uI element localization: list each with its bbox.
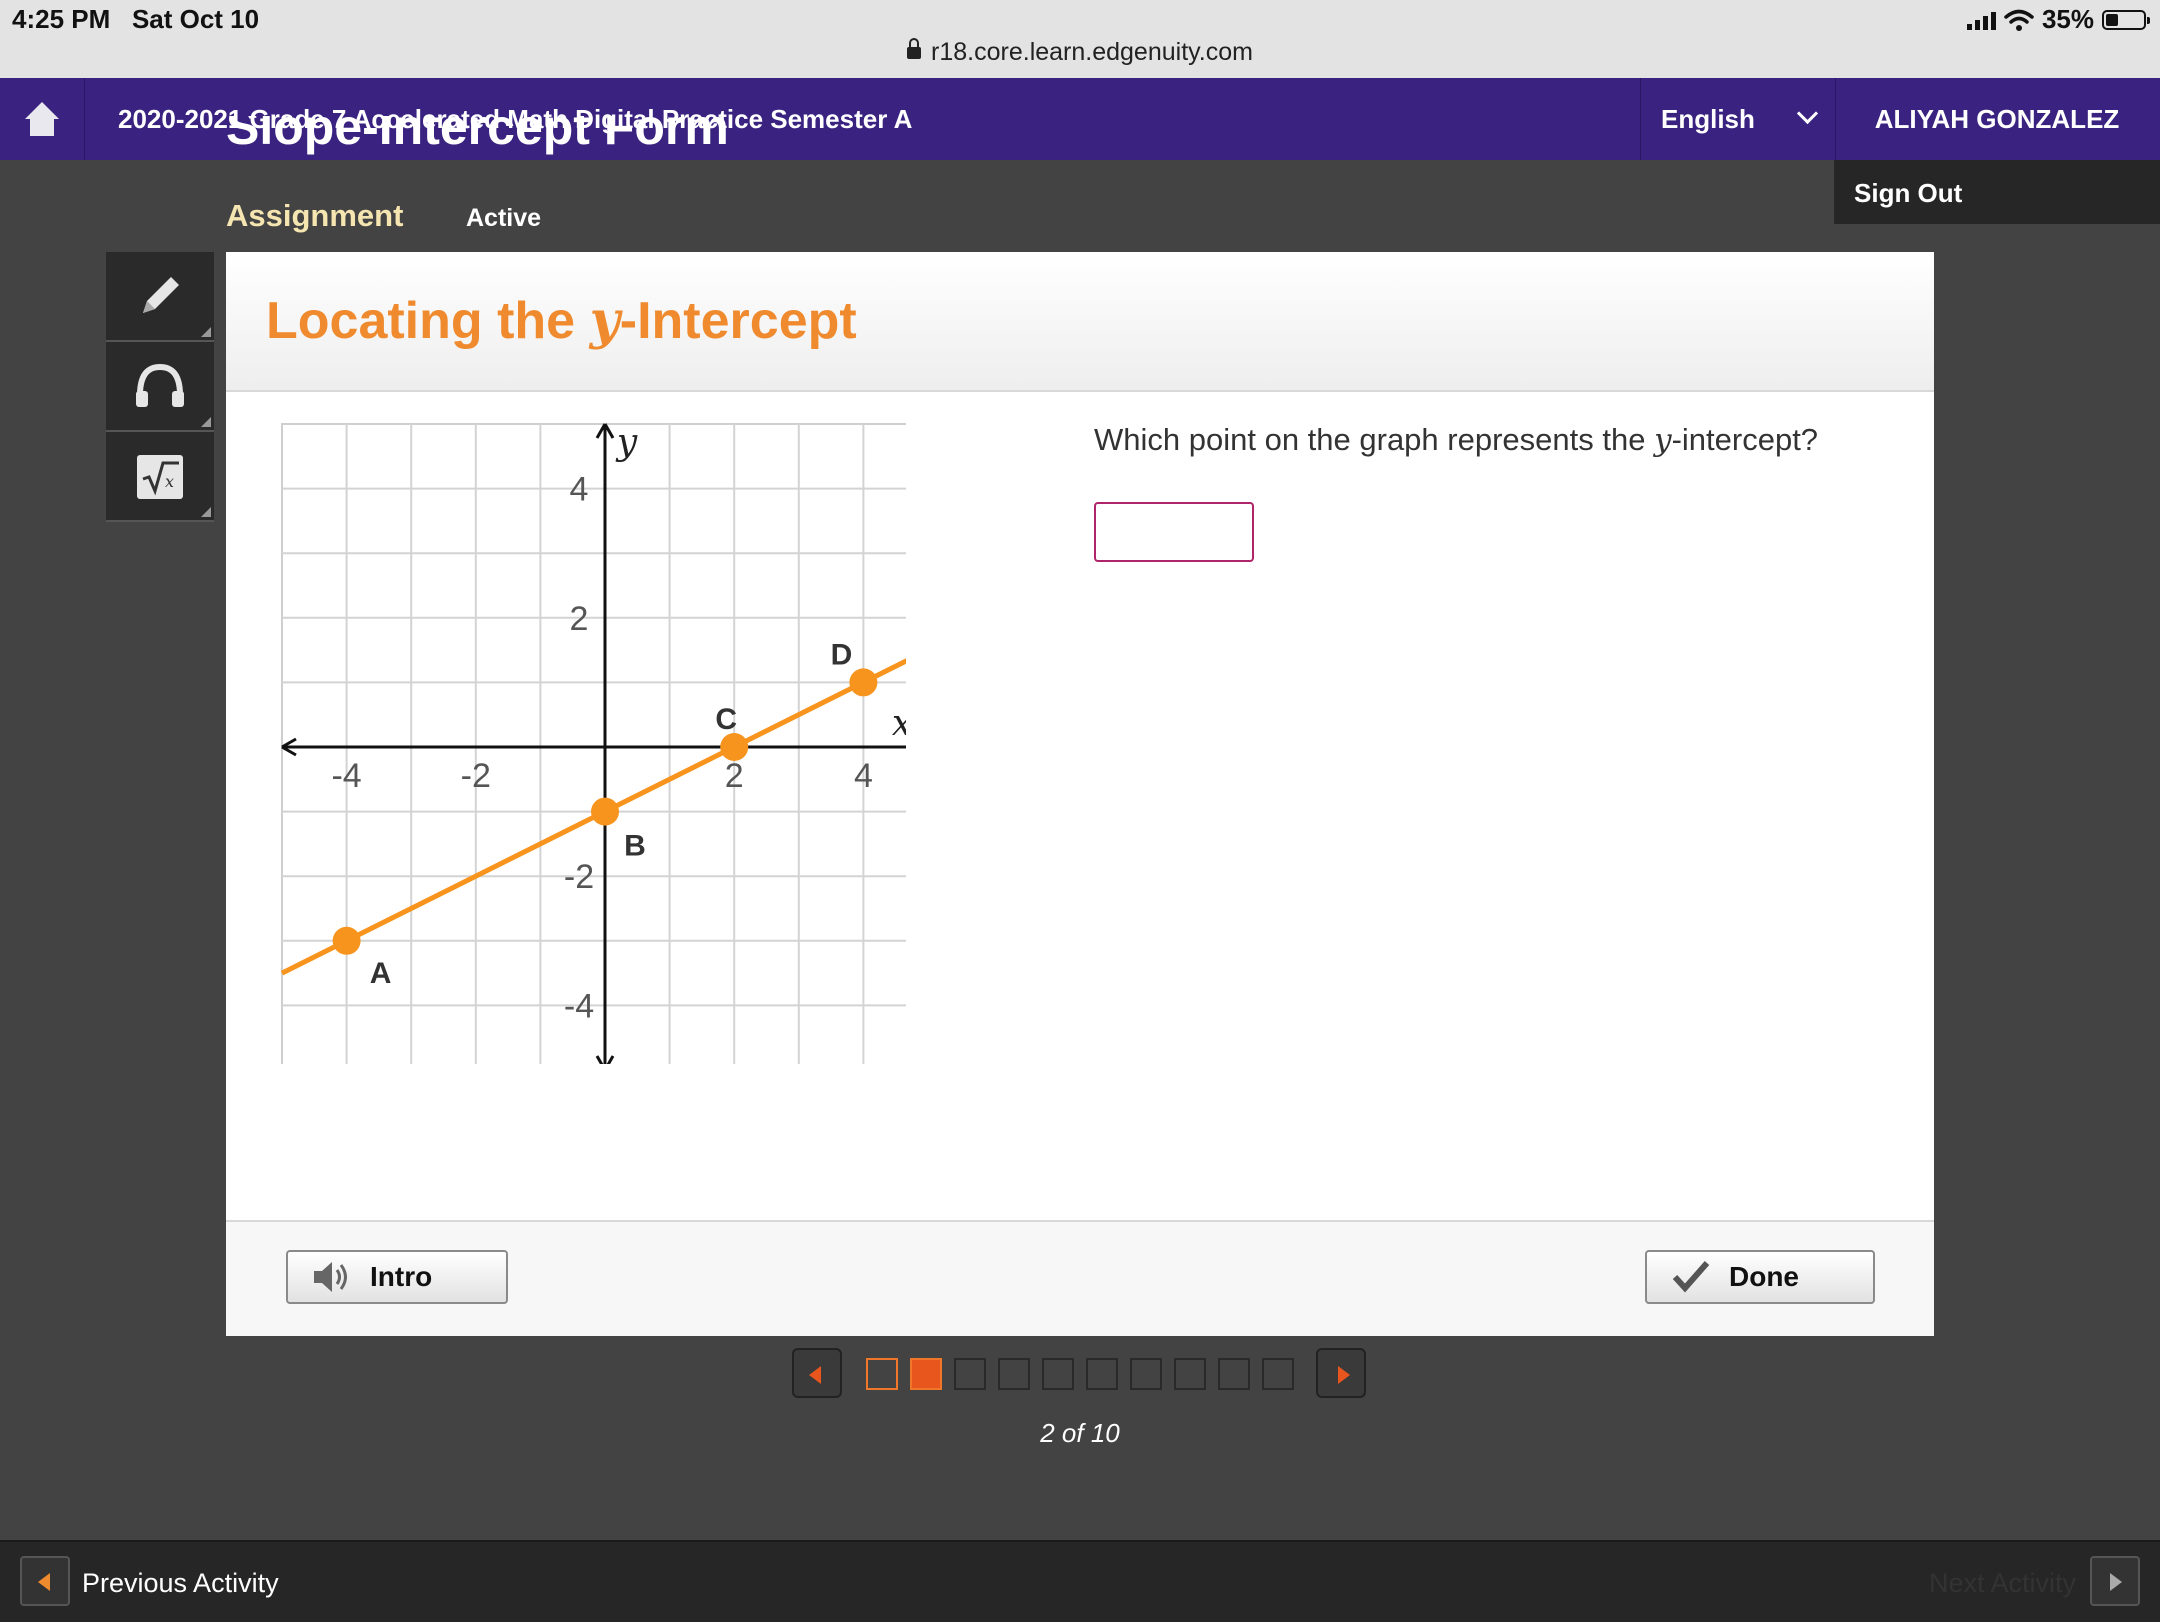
status-time: 4:25 PM bbox=[12, 4, 111, 34]
intro-button[interactable]: Intro bbox=[286, 1250, 508, 1304]
card-title-prefix: Locating the bbox=[266, 292, 590, 350]
question-text: Which point on the graph represents the … bbox=[1094, 422, 1818, 458]
y-tick-label: -4 bbox=[564, 987, 594, 1025]
pager-square[interactable] bbox=[866, 1358, 898, 1390]
card-title-suffix: -Intercept bbox=[619, 292, 857, 350]
triangle-left-icon bbox=[809, 1366, 821, 1384]
assignment-label: Assignment bbox=[226, 198, 404, 233]
question-variable: y bbox=[1654, 422, 1672, 458]
lock-icon bbox=[907, 38, 922, 59]
question-suffix: -intercept? bbox=[1671, 422, 1819, 457]
signal-icon bbox=[1966, 10, 1996, 30]
x-tick-label: 4 bbox=[854, 757, 873, 795]
pager-square[interactable] bbox=[1262, 1358, 1294, 1390]
language-label: English bbox=[1661, 104, 1755, 134]
pager-square[interactable] bbox=[1086, 1358, 1118, 1390]
sign-out-button[interactable]: Sign Out bbox=[1834, 160, 2160, 224]
pager-square[interactable] bbox=[910, 1358, 942, 1390]
x-axis-label: x bbox=[892, 703, 906, 744]
y-tick-label: 2 bbox=[570, 600, 589, 638]
triangle-right-icon bbox=[1338, 1366, 1350, 1384]
pager-next-button[interactable] bbox=[1316, 1348, 1366, 1398]
graph-point bbox=[720, 733, 749, 761]
audio-tool-button[interactable] bbox=[106, 342, 214, 432]
pager-square[interactable] bbox=[998, 1358, 1030, 1390]
checkmark-icon bbox=[1672, 1261, 1710, 1293]
x-tick-label: 2 bbox=[725, 757, 744, 795]
math-tool-button[interactable]: x bbox=[106, 432, 214, 522]
pencil-tool-button[interactable] bbox=[106, 252, 214, 342]
question-prefix: Which point on the graph represents the bbox=[1094, 422, 1655, 457]
card-footer: Intro Done bbox=[226, 1220, 1934, 1336]
sign-out-label: Sign Out bbox=[1854, 178, 1963, 208]
wifi-icon bbox=[2004, 9, 2034, 31]
pager-prev-button[interactable] bbox=[792, 1348, 842, 1398]
point-label: B bbox=[624, 830, 646, 863]
card-header: Locating the y-Intercept bbox=[226, 252, 1934, 392]
lesson-title-text: Slope-Intercept Form bbox=[226, 116, 729, 155]
next-activity-button[interactable] bbox=[2090, 1556, 2140, 1606]
point-label: A bbox=[370, 957, 392, 990]
x-tick-label: -4 bbox=[331, 757, 361, 795]
point-label: D bbox=[831, 638, 853, 671]
home-button[interactable] bbox=[0, 78, 85, 160]
intro-label: Intro bbox=[370, 1261, 433, 1292]
graph-point bbox=[849, 668, 878, 697]
status-indicators: 35% bbox=[1966, 4, 2150, 35]
pencil-icon bbox=[143, 277, 179, 313]
x-tick-label: -2 bbox=[461, 757, 491, 795]
svg-text:x: x bbox=[165, 472, 174, 491]
card-title-variable: y bbox=[589, 290, 620, 351]
question-card: Locating the y-Intercept -4-22442-2-4xyA… bbox=[226, 252, 1934, 1336]
user-name[interactable]: ALIYAH GONZALEZ bbox=[1834, 104, 2160, 135]
pager-square[interactable] bbox=[1218, 1358, 1250, 1390]
battery-icon bbox=[2102, 9, 2150, 30]
answer-input[interactable] bbox=[1094, 502, 1254, 562]
point-label: C bbox=[715, 703, 737, 736]
lesson-title: Slope-Intercept Form bbox=[226, 116, 826, 160]
y-tick-label: -2 bbox=[564, 858, 594, 896]
square-root-icon: x bbox=[137, 455, 183, 499]
status-time-date: 4:25 PM Sat Oct 10 bbox=[12, 4, 259, 35]
pager-square[interactable] bbox=[1042, 1358, 1074, 1390]
done-label: Done bbox=[1729, 1261, 1799, 1292]
url-text: r18.core.learn.edgenuity.com bbox=[931, 38, 1253, 66]
home-icon bbox=[25, 102, 59, 136]
status-date: Sat Oct 10 bbox=[131, 4, 260, 34]
next-activity-label: Next Activity bbox=[1928, 1568, 2076, 1598]
pager-square[interactable] bbox=[954, 1358, 986, 1390]
triangle-left-icon bbox=[38, 1573, 50, 1591]
triangle-right-icon bbox=[2110, 1573, 2122, 1591]
page-count: 2 of 10 bbox=[1040, 1418, 1120, 1448]
y-tick-label: 4 bbox=[570, 471, 589, 509]
previous-activity-button[interactable] bbox=[20, 1556, 70, 1606]
tool-palette: x bbox=[106, 252, 214, 522]
previous-activity-label[interactable]: Previous Activity bbox=[82, 1568, 279, 1599]
status-bar: 4:25 PM Sat Oct 10 r18.core.learn.edgenu… bbox=[0, 0, 2160, 78]
chevron-down-icon bbox=[1796, 102, 1819, 125]
pager-square[interactable] bbox=[1130, 1358, 1162, 1390]
url-bar[interactable]: r18.core.learn.edgenuity.com bbox=[0, 38, 2160, 67]
pager-square[interactable] bbox=[1174, 1358, 1206, 1390]
speaker-icon bbox=[314, 1262, 347, 1292]
graph-point bbox=[591, 797, 619, 826]
coordinate-graph: -4 -2 2 4 4 2 -2 -4 x y A B C D bbox=[280, 422, 906, 1064]
language-dropdown[interactable]: English bbox=[1640, 78, 1836, 160]
assignment-status: Active bbox=[466, 204, 542, 232]
card-title: Locating the y-Intercept bbox=[266, 290, 857, 351]
activity-nav-bar: Previous Activity Next Activity bbox=[0, 1540, 2160, 1622]
graph-point bbox=[332, 926, 361, 955]
battery-percent: 35% bbox=[2041, 4, 2094, 34]
headphones-icon bbox=[136, 363, 184, 407]
done-button[interactable]: Done bbox=[1645, 1250, 1875, 1304]
y-axis-label: y bbox=[615, 422, 638, 463]
